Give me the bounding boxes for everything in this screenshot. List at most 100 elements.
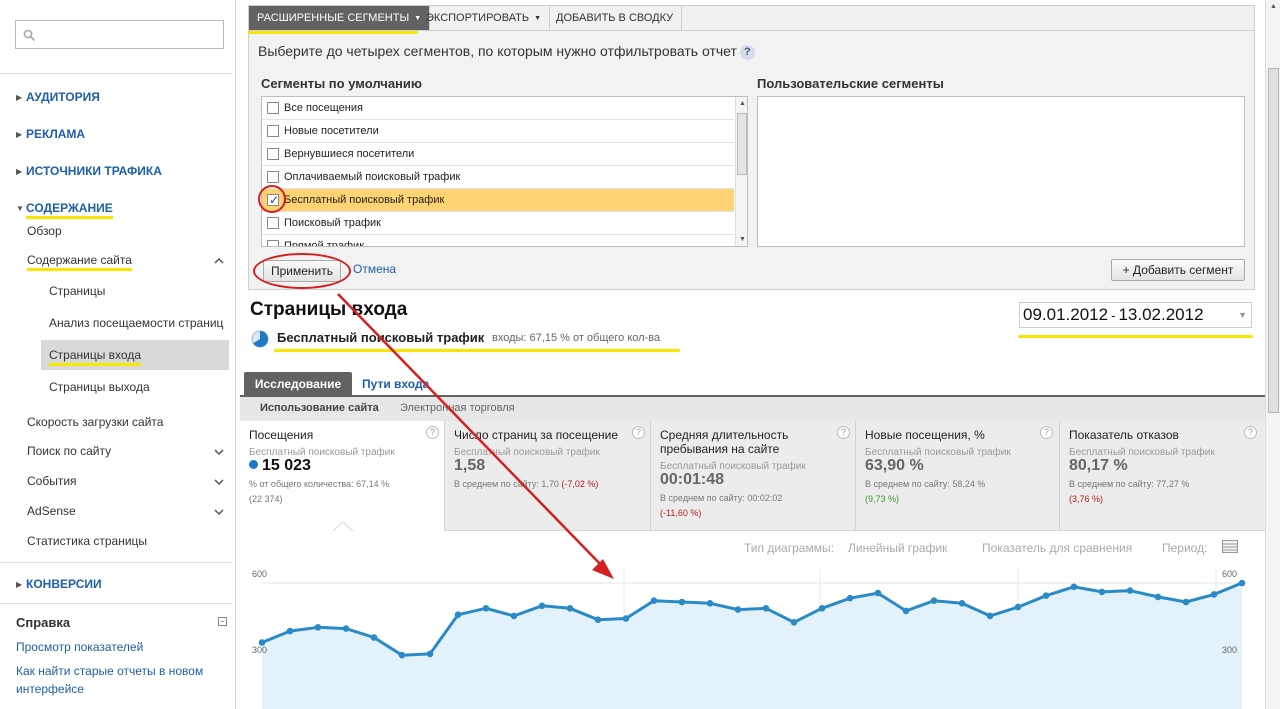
divider [0, 73, 232, 74]
nav-pages[interactable]: Страницы [49, 284, 105, 298]
data-point [1126, 587, 1134, 594]
metric-avg-duration[interactable]: Средняя длительность пребывания на сайте… [651, 421, 856, 531]
nav-content[interactable]: ▼ СОДЕРЖАНИЕ [16, 201, 113, 219]
segment-checkbox[interactable] [267, 148, 279, 160]
list-item[interactable]: Все посещения [262, 97, 734, 120]
date-range-picker[interactable]: 09.01.2012-13.02.2012 ▼ [1019, 302, 1252, 328]
annotation-circle [258, 185, 286, 213]
subtab-ecommerce[interactable]: Электронная торговля [400, 402, 515, 414]
nav-adsense[interactable]: AdSense [27, 504, 76, 518]
help-link[interactable]: Просмотр показателей [16, 638, 226, 656]
list-item[interactable]: Бесплатный поисковый трафик [262, 189, 734, 212]
nav-events[interactable]: События [27, 474, 77, 488]
nav-page-stats[interactable]: Статистика страницы [27, 534, 147, 548]
series-area [262, 583, 1242, 709]
highlight-underline [1018, 335, 1253, 338]
chevron-down-icon[interactable] [212, 475, 226, 489]
scroll-up-icon[interactable]: ▲ [1270, 3, 1277, 10]
data-point [902, 607, 910, 615]
nav-conversions[interactable]: ▶ КОНВЕРСИИ [16, 577, 102, 591]
nav-landing-pages[interactable]: Страницы входа [49, 348, 141, 366]
help-icon[interactable]: ? [1244, 426, 1257, 439]
chevron-up-icon[interactable] [212, 254, 226, 268]
help-icon[interactable]: ? [739, 45, 755, 60]
data-point [398, 651, 406, 659]
nav-overview[interactable]: Обзор [27, 224, 62, 238]
nav-page-analytics[interactable]: Анализ посещаемости страниц [49, 316, 223, 330]
y-tick-label-left: 600 [252, 569, 267, 579]
data-point [370, 634, 378, 641]
scroll-down-icon[interactable]: ▼ [739, 236, 746, 243]
highlight-underline [248, 31, 418, 34]
help-title: Справка [16, 615, 71, 630]
segment-prompt: Выберите до четырех сегментов, по которы… [258, 43, 755, 60]
list-item[interactable]: Оплачиваемый поисковый трафик [262, 166, 734, 189]
divider [0, 603, 232, 604]
segment-panel: Выберите до четырех сегментов, по которы… [248, 31, 1255, 290]
help-link[interactable]: Как найти старые отчеты в новом интерфей… [16, 662, 226, 698]
list-item[interactable]: Новые посетители [262, 120, 734, 143]
metric-visits[interactable]: Посещения Бесплатный поисковый трафик 15… [240, 421, 445, 531]
help-icon[interactable]: ? [426, 426, 439, 439]
data-point [426, 650, 434, 658]
data-point [790, 619, 798, 626]
highlight-underline [274, 349, 680, 352]
scroll-thumb[interactable] [1268, 68, 1279, 413]
nav-traffic-sources[interactable]: ▶ ИСТОЧНИКИ ТРАФИКА [16, 164, 162, 178]
list-item[interactable]: Вернувшиеся посетители [262, 143, 734, 166]
segment-label: Оплачиваемый поисковый трафик [284, 171, 461, 183]
chevron-down-icon[interactable] [212, 445, 226, 459]
collapse-icon[interactable]: − [218, 617, 227, 626]
nav-exit-pages[interactable]: Страницы выхода [49, 380, 150, 394]
pie-chart-icon [251, 330, 269, 348]
segment-checkbox[interactable] [267, 102, 279, 114]
segment-checkbox[interactable] [267, 240, 279, 246]
segment-label: Прямой трафик [284, 240, 365, 247]
segment-checkbox[interactable] [267, 125, 279, 137]
metric-new-visits[interactable]: Новые посещения, % Бесплатный поисковый … [856, 421, 1060, 531]
custom-segments-list [757, 96, 1245, 247]
nav-site-content[interactable]: Содержание сайта [27, 253, 132, 271]
segment-checkbox[interactable] [267, 217, 279, 229]
triangle-right-icon: ▶ [16, 130, 23, 139]
list-scrollbar[interactable]: ▲ ▼ [735, 97, 747, 246]
data-point [678, 598, 686, 606]
scroll-thumb[interactable] [737, 113, 747, 175]
chevron-down-icon[interactable] [212, 505, 226, 519]
segment-label: Все посещения [284, 102, 363, 114]
help-icon[interactable]: ? [632, 426, 645, 439]
segment-checkbox[interactable] [267, 171, 279, 183]
tab-explore[interactable]: Исследование [244, 372, 352, 396]
list-item[interactable]: Поисковый трафик [262, 212, 734, 235]
data-point [1014, 603, 1022, 611]
list-item[interactable]: Прямой трафик [262, 235, 734, 247]
scroll-up-icon[interactable]: ▲ [739, 100, 746, 107]
data-point [846, 594, 854, 602]
export-button[interactable]: ЭКСПОРТИРОВАТЬ ▼ [418, 6, 551, 30]
nav-site-search[interactable]: Поиск по сайту [27, 444, 111, 458]
search-input[interactable] [15, 20, 224, 49]
data-point [1182, 598, 1190, 606]
metric-bounce-rate[interactable]: Показатель отказов Бесплатный поисковый … [1060, 421, 1265, 531]
cancel-link[interactable]: Отмена [353, 262, 396, 276]
chart-area: Тип диаграммы: Линейный график Показател… [240, 531, 1265, 709]
tab-landing-paths[interactable]: Пути входа [362, 377, 429, 391]
add-to-dashboard-button[interactable]: ДОБАВИТЬ В СВОДКУ [548, 6, 683, 30]
nav-site-speed[interactable]: Скорость загрузки сайта [27, 415, 163, 429]
subtab-site-usage[interactable]: Использование сайта [260, 402, 379, 414]
nav-audience[interactable]: ▶ АУДИТОРИЯ [16, 90, 100, 104]
data-point [286, 627, 294, 635]
advanced-segments-button[interactable]: РАСШИРЕННЫЕ СЕГМЕНТЫ ▼ [249, 6, 431, 30]
segment-label: Поисковый трафик [284, 217, 381, 229]
help-icon[interactable]: ? [837, 426, 850, 439]
data-point [342, 625, 350, 632]
metric-scorecards: Посещения Бесплатный поисковый трафик 15… [240, 421, 1265, 531]
nav-ads[interactable]: ▶ РЕКЛАМА [16, 127, 85, 141]
metric-pages-per-visit[interactable]: Число страниц за посещение Бесплатный по… [445, 421, 651, 531]
data-point [1042, 592, 1050, 599]
help-icon[interactable]: ? [1040, 426, 1053, 439]
page-scrollbar[interactable]: ▲ [1265, 0, 1280, 709]
data-point [650, 597, 658, 604]
subtab-strip: Использование сайта Электронная торговля [240, 395, 1265, 421]
add-segment-button[interactable]: + Добавить сегмент [1111, 259, 1245, 281]
